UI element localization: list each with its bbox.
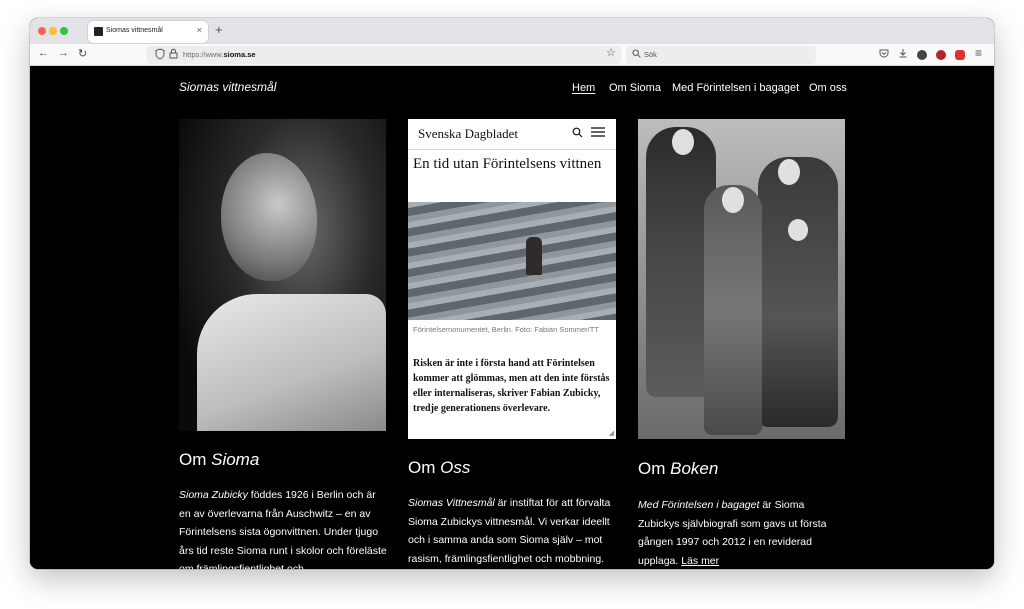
column-text-oss: Siomas Vittnesmål är instiftat för att f… (408, 497, 611, 565)
portrait-photo[interactable] (179, 119, 386, 431)
tab-bar: Siomas vittnesmål × + (30, 18, 994, 44)
column-title-boken: Om Boken (638, 459, 719, 478)
column-title-oss: Om Oss (408, 458, 471, 477)
address-bar[interactable]: https://www.sioma.se (147, 46, 621, 64)
shield-icon (155, 48, 165, 60)
article-headline: En tid utan Förintelsens vittnen (413, 156, 602, 172)
read-more-link[interactable]: Läs mer (681, 555, 719, 567)
tab-title: Siomas vittnesmål (106, 27, 163, 34)
new-tab-button[interactable]: + (215, 22, 223, 37)
photo-figures (526, 237, 542, 275)
photo-shirt (197, 294, 386, 431)
extension-icon[interactable] (917, 50, 927, 60)
zoom-window-button[interactable] (60, 27, 68, 35)
photo-face (778, 159, 800, 185)
photo-caption: Förintelsemonumentet, Berlin. Foto: Fabi… (413, 325, 599, 334)
photo-face (722, 187, 744, 213)
photo-face (672, 129, 694, 155)
close-window-button[interactable] (38, 27, 46, 35)
close-tab-icon[interactable]: × (197, 25, 202, 35)
menu-icon[interactable]: ≡ (975, 46, 982, 60)
hamburger-menu-icon[interactable] (591, 126, 605, 138)
family-photo[interactable] (638, 119, 845, 439)
photo-figure (758, 157, 838, 427)
column-text-sioma: Sioma Zubicky föddes 1926 i Berlin och ä… (179, 489, 387, 569)
url-text[interactable]: https://www.sioma.se (183, 50, 256, 59)
reload-icon[interactable]: ↻ (78, 47, 87, 60)
photo-head (221, 153, 317, 281)
browser-tab[interactable]: Siomas vittnesmål × (88, 21, 208, 43)
search-input[interactable]: Sök (644, 50, 657, 59)
forward-icon[interactable]: → (58, 47, 69, 59)
nav-link-med-forintelsen[interactable]: Med Förintelsen i bagaget (672, 82, 799, 94)
column-title-sioma: Om Sioma (179, 450, 260, 469)
lock-icon (169, 48, 178, 59)
nav-link-om-sioma[interactable]: Om Sioma (609, 82, 661, 94)
search-bar[interactable]: Sök (626, 46, 816, 64)
nav-link-om-oss[interactable]: Om oss (809, 82, 847, 94)
photo-face (788, 219, 808, 241)
browser-window: Siomas vittnesmål × + ← → ↻ https://www.… (30, 18, 994, 569)
bookmark-star-icon[interactable]: ☆ (606, 46, 616, 59)
shield-extension-icon[interactable] (955, 50, 965, 60)
pocket-icon[interactable] (879, 48, 889, 58)
column-text-boken: Med Förintelsen i bagaget är Sioma Zubic… (638, 499, 827, 567)
download-icon[interactable] (898, 48, 908, 58)
nav-link-hem[interactable]: Hem (572, 82, 595, 94)
minimize-window-button[interactable] (49, 27, 57, 35)
divider (408, 149, 616, 150)
page-content: Siomas vittnesmål Hem Om Sioma Med Förin… (30, 66, 994, 569)
search-icon (632, 49, 641, 58)
newspaper-logo: Svenska Dagbladet (418, 126, 519, 141)
memorial-photo (408, 202, 616, 320)
search-icon[interactable] (572, 127, 583, 138)
favicon-icon (94, 27, 103, 36)
site-title[interactable]: Siomas vittnesmål (179, 80, 276, 94)
navigation-bar: ← → ↻ https://www.sioma.se ☆ Sök ≡ (30, 44, 994, 66)
extension-icon[interactable] (936, 50, 946, 60)
back-icon[interactable]: ← (38, 47, 49, 59)
article-card[interactable]: Svenska Dagbladet En tid utan Förintelse… (408, 119, 616, 439)
resize-grip-icon: ◢ (608, 430, 614, 437)
photo-figure (704, 185, 762, 435)
article-lead: Risken är inte i första hand att Förinte… (413, 358, 610, 414)
